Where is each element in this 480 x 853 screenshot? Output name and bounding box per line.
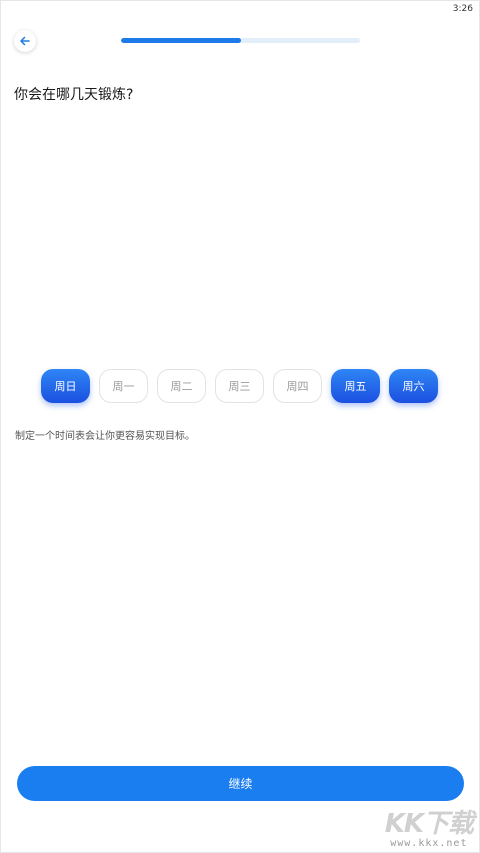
screen: 3:26 你会在哪几天锻炼? 周日 周一 周二 周三 周四 周五 周六 制定一个… [0, 0, 480, 853]
day-friday[interactable]: 周五 [331, 369, 380, 403]
watermark-logo: KK下载 [384, 809, 474, 839]
day-saturday[interactable]: 周六 [389, 369, 438, 403]
progress-bar [121, 38, 360, 43]
day-sunday[interactable]: 周日 [41, 369, 90, 403]
day-monday[interactable]: 周一 [99, 369, 148, 403]
arrow-left-icon [19, 35, 31, 47]
days-selector: 周日 周一 周二 周三 周四 周五 周六 [41, 369, 438, 403]
day-tuesday[interactable]: 周二 [157, 369, 206, 403]
day-wednesday[interactable]: 周三 [215, 369, 264, 403]
continue-button[interactable]: 继续 [17, 766, 464, 801]
progress-fill [121, 38, 241, 43]
day-thursday[interactable]: 周四 [273, 369, 322, 403]
watermark-url: www.kkx.net [390, 838, 468, 849]
watermark: KK下载 www.kkx.net [384, 809, 474, 850]
question-title: 你会在哪几天锻炼? [14, 87, 134, 103]
hint-text: 制定一个时间表会让你更容易实现目标。 [15, 431, 195, 442]
back-button[interactable] [14, 30, 36, 52]
status-time: 3:26 [452, 4, 473, 14]
